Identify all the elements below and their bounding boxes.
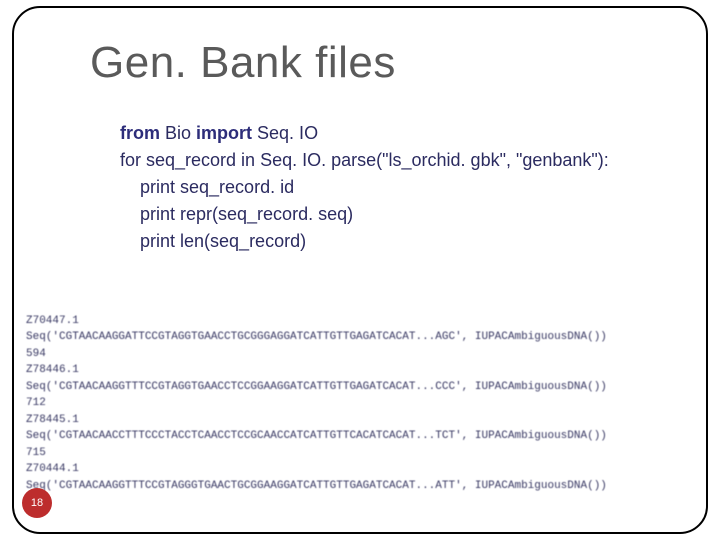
output-id: Z70447.1	[26, 315, 79, 327]
output-seq: Seq('CGTAACAAGGTTTCCGTAGGTGAACCTCCGGAAGG…	[26, 381, 607, 393]
code-text: Seq. IO	[252, 123, 318, 143]
code-block: from Bio import Seq. IO for seq_record i…	[120, 120, 609, 255]
code-line-4: print repr(seq_record. seq)	[120, 201, 609, 228]
slide-title: Gen. Bank files	[90, 38, 396, 88]
code-text: Bio	[160, 123, 196, 143]
output-seq: Seq('CGTAACAAGGTTTCCGTAGGGTGAACTGCGGAAGG…	[26, 480, 607, 492]
slide: Gen. Bank files from Bio import Seq. IO …	[0, 0, 720, 540]
output-seq: Seq('CGTAACAACCTTTCCCTACCTCAACCTCCGCAACC…	[26, 430, 607, 442]
code-line-2: for seq_record in Seq. IO. parse("ls_orc…	[120, 147, 609, 174]
output-block: Z70447.1 Seq('CGTAACAAGGATTCCGTAGGTGAACC…	[26, 296, 694, 527]
code-line-5: print len(seq_record)	[120, 228, 609, 255]
keyword-from: from	[120, 123, 160, 143]
output-len: 715	[26, 447, 46, 459]
output-id: Z78445.1	[26, 414, 79, 426]
page-number-badge: 18	[22, 488, 52, 518]
output-id: Z70444.1	[26, 463, 79, 475]
page-number: 18	[31, 497, 43, 509]
output-seq: Seq('CGTAACAAGGATTCCGTAGGTGAACCTGCGGGAGG…	[26, 331, 607, 343]
output-len: 594	[26, 348, 46, 360]
code-line-1: from Bio import Seq. IO	[120, 120, 609, 147]
code-line-3: print seq_record. id	[120, 174, 609, 201]
output-id: Z78446.1	[26, 364, 79, 376]
output-len: 712	[26, 397, 46, 409]
keyword-import: import	[196, 123, 252, 143]
